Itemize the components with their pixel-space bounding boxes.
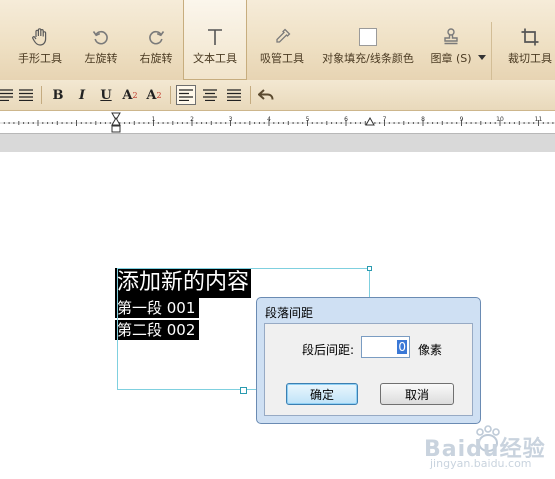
align-left-icon [19, 89, 33, 101]
ok-button[interactable]: 确定 [286, 383, 358, 405]
subscript-button[interactable]: A2 [144, 85, 164, 105]
resize-handle-bottom[interactable] [240, 387, 247, 394]
eyedropper-tool-button[interactable]: 吸管工具 [250, 0, 314, 80]
fill-color-label: 对象填充/线条颜色 [322, 52, 414, 65]
hand-tool-button[interactable]: 手形工具 [8, 0, 72, 80]
format-toolbar: B I U A2 A2 [0, 80, 555, 111]
format-separator [170, 86, 171, 104]
crop-tool-button[interactable]: 裁切工具 [500, 0, 555, 80]
left-margin-marker[interactable] [111, 125, 121, 133]
superscript-letter: A [122, 87, 133, 103]
paragraph-spacing-dialog: 段落间距 段后间距: 0 像素 确定 取消 [256, 297, 481, 424]
rotate-right-button[interactable]: 右旋转 [130, 0, 182, 80]
text-tool-icon [205, 26, 225, 48]
ruler-number: 10 [496, 116, 504, 123]
cancel-button[interactable]: 取消 [380, 383, 454, 405]
chevron-down-icon [478, 55, 486, 60]
subscript-mark: 2 [156, 90, 162, 100]
hand-icon [30, 26, 50, 48]
stamp-tool-button[interactable]: 图章 (S) [420, 0, 482, 80]
align-left-button[interactable] [16, 85, 36, 105]
subscript-letter: A [146, 87, 157, 103]
spacing-after-label: 段后间距: [302, 343, 355, 357]
text-tool-button[interactable]: 文本工具 [183, 0, 247, 80]
superscript-mark: 2 [132, 90, 138, 100]
spacing-after-value: 0 [397, 340, 407, 354]
rotate-right-label: 右旋转 [139, 52, 173, 65]
crop-tool-label: 裁切工具 [508, 52, 552, 65]
align-right-button[interactable] [224, 85, 244, 105]
align-justify-button[interactable] [0, 85, 16, 105]
watermark-url: jingyan.baidu.com [430, 457, 532, 470]
ruler-number: 7 [383, 116, 387, 123]
undo-icon [258, 89, 274, 100]
align-center-button[interactable] [200, 85, 220, 105]
align-left-icon [179, 89, 193, 101]
stamp-icon [441, 26, 461, 48]
format-separator [250, 86, 251, 104]
left-indent-marker[interactable] [111, 116, 121, 126]
ruler-number: 8 [421, 116, 425, 123]
main-toolbar: 手形工具 左旋转 右旋转 文本工具 吸管工具 对象填充/线条颜色 图章 (S) … [0, 0, 555, 81]
ruler-number: 11 [535, 116, 543, 123]
align-justify-icon [0, 89, 13, 101]
stamp-tool-label: 图章 (S) [430, 52, 472, 65]
bold-button[interactable]: B [48, 85, 68, 105]
ruler-number: 9 [460, 116, 464, 123]
baidu-jingyan-watermark: Baidu经验 jingyan.baidu.com [422, 425, 552, 475]
rotate-left-button[interactable]: 左旋转 [72, 0, 130, 80]
dialog-body: 段后间距: 0 像素 确定 取消 [264, 323, 473, 416]
superscript-button[interactable]: A2 [120, 85, 140, 105]
spacing-after-input[interactable]: 0 [361, 336, 410, 358]
ruler-number: 6 [344, 116, 348, 123]
stamp-dropdown-arrow[interactable] [478, 46, 488, 60]
page-border-band [0, 134, 555, 152]
eyedropper-tool-label: 吸管工具 [260, 52, 304, 65]
align-right-icon [227, 89, 241, 101]
text-tool-label: 文本工具 [193, 52, 237, 65]
align-left-active-button[interactable] [176, 85, 196, 105]
italic-button[interactable]: I [72, 85, 92, 105]
dialog-title: 段落间距 [265, 306, 314, 320]
rotate-left-icon [91, 26, 111, 48]
align-center-icon [203, 89, 217, 101]
fill-color-button[interactable]: 对象填充/线条颜色 [318, 0, 418, 80]
undo-button[interactable] [256, 85, 276, 105]
crop-icon [520, 26, 540, 48]
unit-label: 像素 [418, 343, 443, 357]
right-indent-marker[interactable] [365, 116, 375, 126]
ruler-number: 3 [229, 116, 233, 123]
fill-color-icon [358, 26, 378, 48]
ruler-number: 2 [190, 116, 194, 123]
ruler-number: 1 [152, 116, 156, 123]
ruler-scale: 1 2 3 4 5 6 7 8 9 10 11 [0, 112, 555, 133]
underline-button[interactable]: U [96, 85, 116, 105]
horizontal-ruler: 1 2 3 4 5 6 7 8 9 10 11 [0, 111, 555, 134]
format-separator [41, 86, 42, 104]
ruler-number: 4 [267, 116, 271, 123]
resize-handle-top-right[interactable] [367, 266, 372, 271]
eyedropper-icon [272, 26, 292, 48]
ruler-number: 5 [306, 116, 310, 123]
hand-tool-label: 手形工具 [18, 52, 62, 65]
toolbar-separator [491, 22, 492, 80]
rotate-left-label: 左旋转 [84, 52, 118, 65]
rotate-right-icon [146, 26, 166, 48]
